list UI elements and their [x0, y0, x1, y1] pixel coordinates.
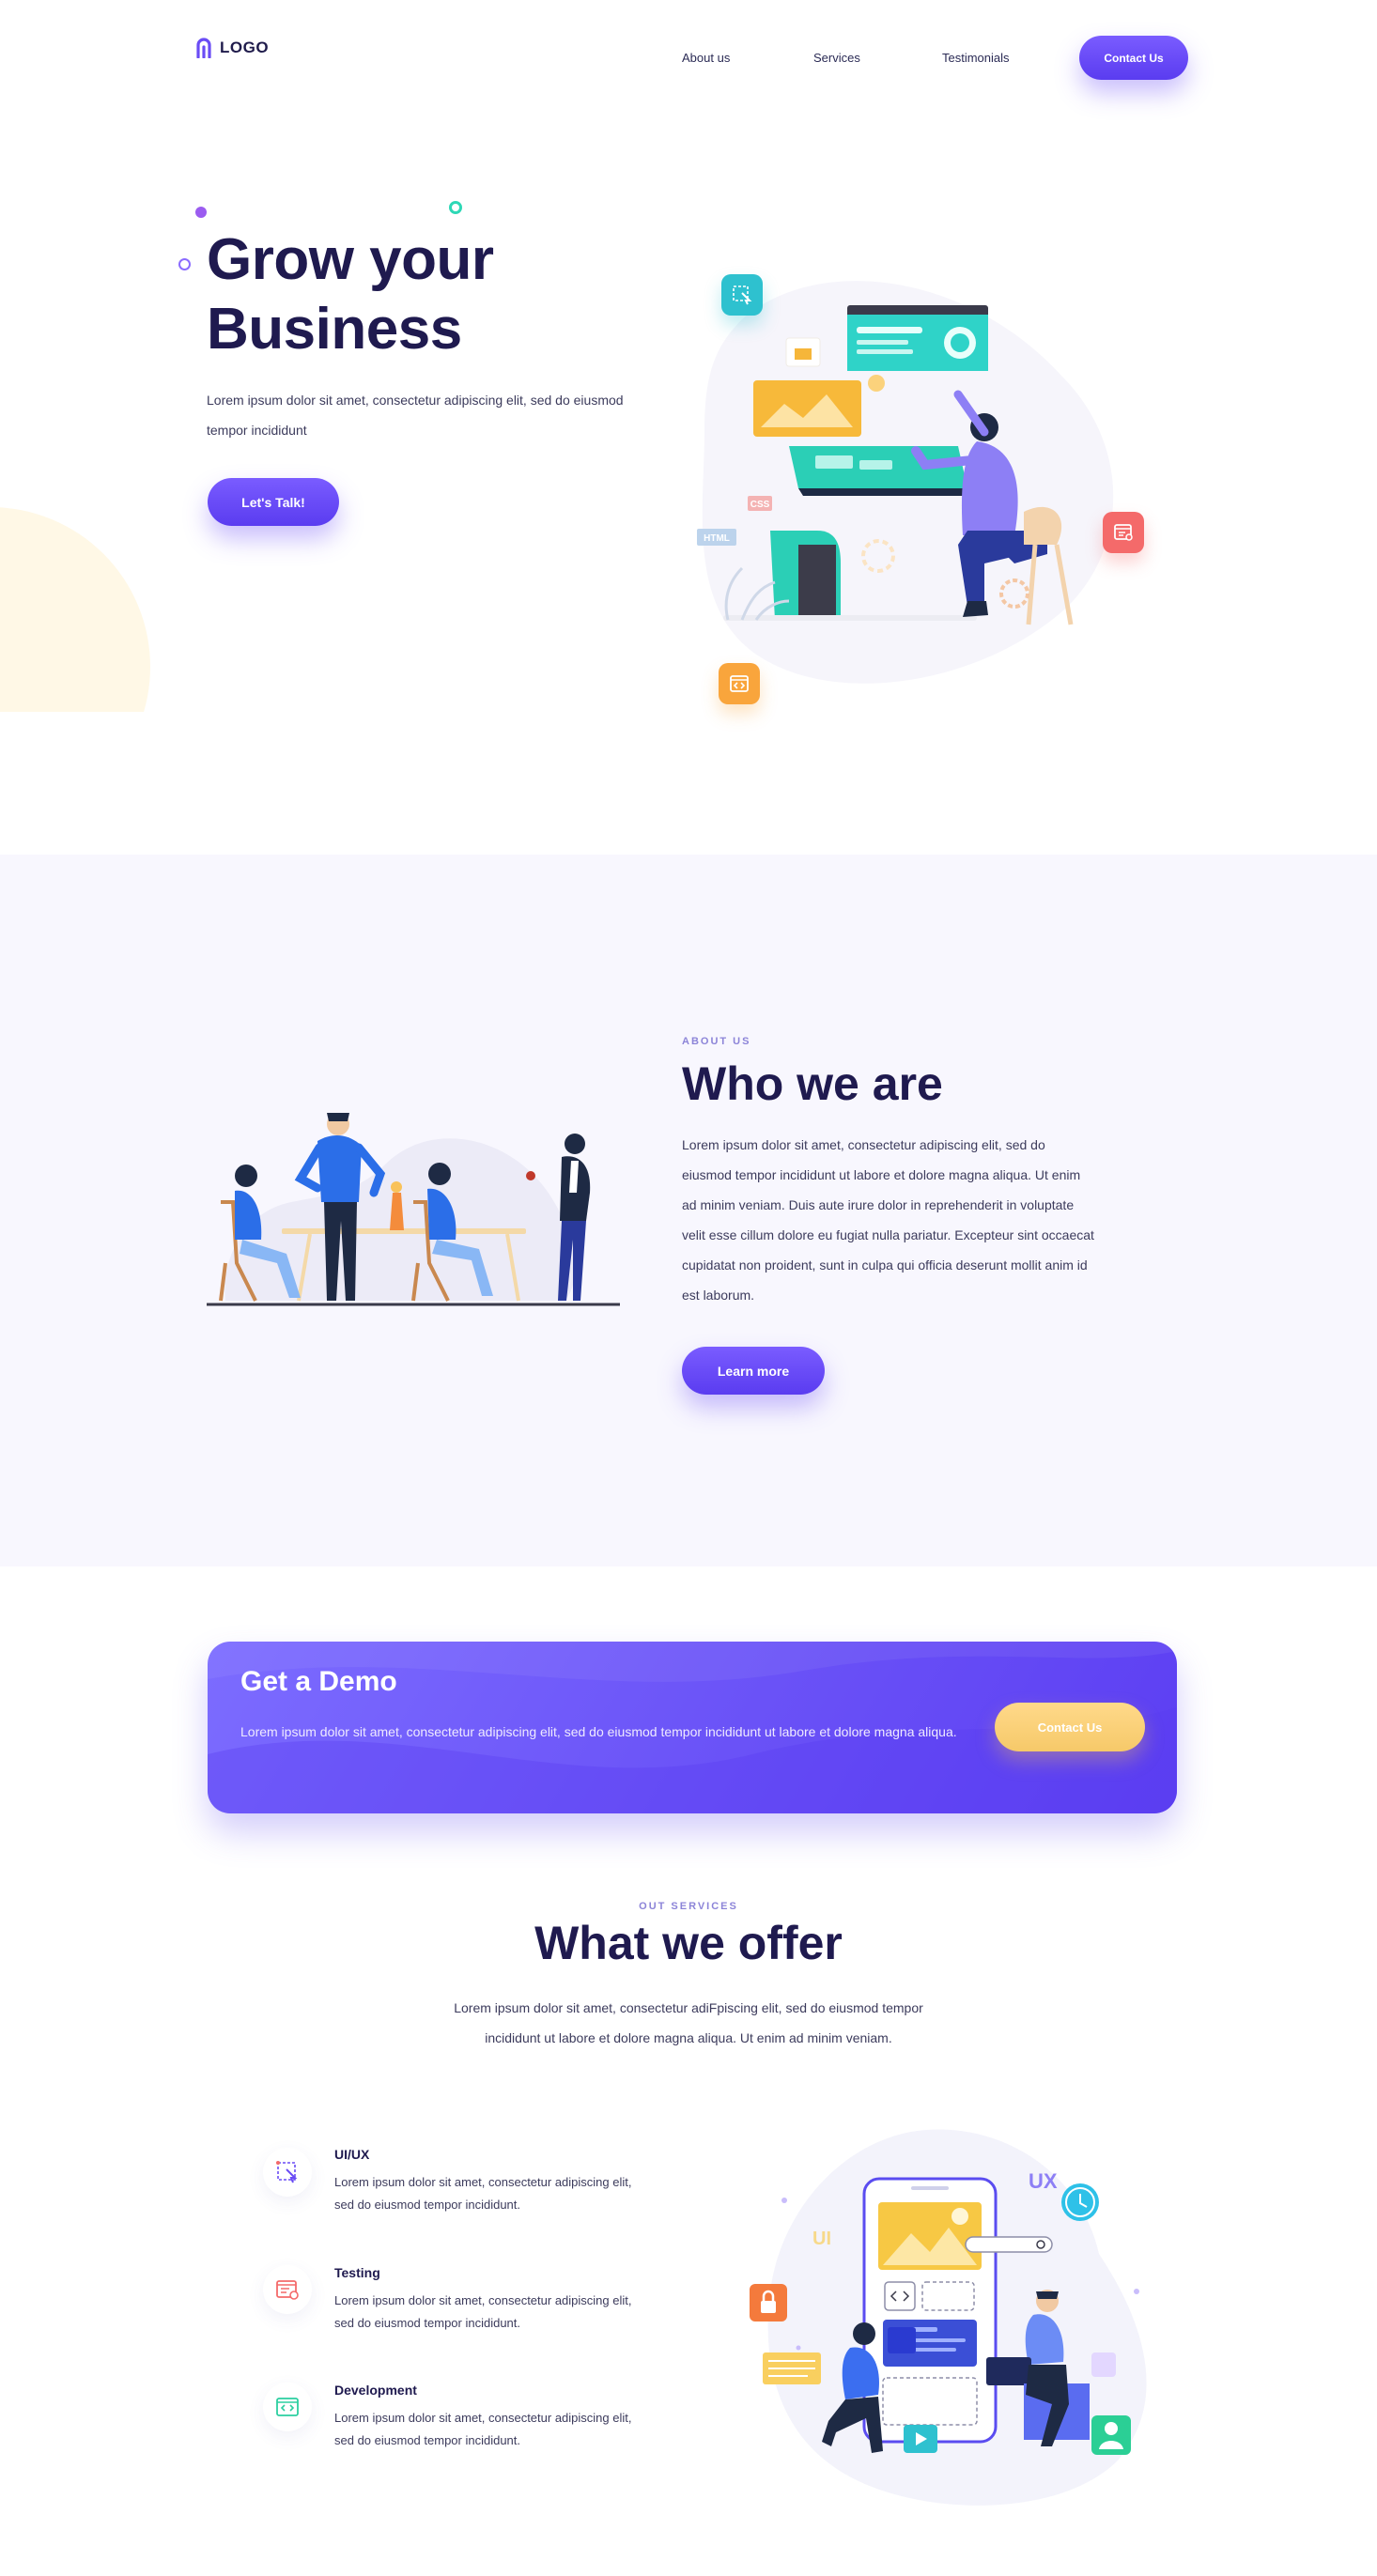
- service-description: Lorem ipsum dolor sit amet, consectetur …: [334, 2411, 632, 2447]
- testing-icon: [263, 2265, 312, 2314]
- team-meeting-illustration: [207, 1113, 620, 1306]
- services-illustration: UX UI: [750, 2129, 1147, 2506]
- hero-title: Grow your Business: [207, 225, 494, 364]
- ux-label: UX: [1029, 2169, 1058, 2193]
- service-description: Lorem ipsum dolor sit amet, consectetur …: [334, 2293, 632, 2330]
- decorative-ring: [178, 258, 191, 270]
- services-description: Lorem ipsum dolor sit amet, consectetur …: [454, 2000, 923, 2045]
- get-demo-card: Get a Demo Lorem ipsum dolor sit amet, c…: [208, 1642, 1177, 1813]
- design-cursor-icon: [263, 2148, 312, 2197]
- about-title: Who we are: [682, 1057, 943, 1110]
- nav-about-us[interactable]: About us: [682, 51, 730, 65]
- decorative-yellow-blob: [0, 470, 160, 712]
- logo[interactable]: LOGO: [195, 38, 269, 58]
- services-eyebrow: OUT SERVICES: [639, 1901, 738, 1912]
- lets-talk-button[interactable]: Let's Talk!: [208, 478, 339, 526]
- about-eyebrow: ABOUT US: [682, 1036, 751, 1047]
- demo-contact-button[interactable]: Contact Us: [995, 1703, 1145, 1751]
- services-title: What we offer: [534, 1917, 843, 1969]
- decorative-dot: [195, 207, 207, 218]
- code-icon: [263, 2383, 312, 2431]
- about-description: Lorem ipsum dolor sit amet, consectetur …: [682, 1137, 1094, 1303]
- service-description: Lorem ipsum dolor sit amet, consectetur …: [334, 2175, 632, 2212]
- ui-label: UI: [812, 2229, 831, 2249]
- hero-title-line: Grow your: [207, 227, 494, 292]
- html-label: HTML: [704, 533, 730, 544]
- nav-services[interactable]: Services: [813, 51, 860, 65]
- learn-more-button[interactable]: Learn more: [682, 1347, 825, 1395]
- hero-description: Lorem ipsum dolor sit amet, consectetur …: [207, 393, 624, 438]
- hero-illustration: CSS HTML: [697, 281, 1114, 684]
- logo-text: LOGO: [220, 39, 270, 56]
- decorative-ring: [449, 201, 462, 214]
- selection-tool-icon: [721, 274, 763, 316]
- demo-title: Get a Demo: [240, 1666, 397, 1697]
- service-title: Testing: [334, 2265, 380, 2280]
- service-title: Development: [334, 2383, 417, 2398]
- code-window-icon: [719, 663, 760, 704]
- css-label: CSS: [750, 500, 770, 510]
- service-title: UI/UX: [334, 2147, 370, 2162]
- browser-settings-icon: [1103, 512, 1144, 553]
- nav-testimonials[interactable]: Testimonials: [942, 51, 1010, 65]
- header-contact-button[interactable]: Contact Us: [1079, 36, 1188, 80]
- demo-description: Lorem ipsum dolor sit amet, consectetur …: [240, 1724, 957, 1739]
- logo-mark-icon: [196, 38, 211, 58]
- hero-title-line: Business: [207, 297, 462, 362]
